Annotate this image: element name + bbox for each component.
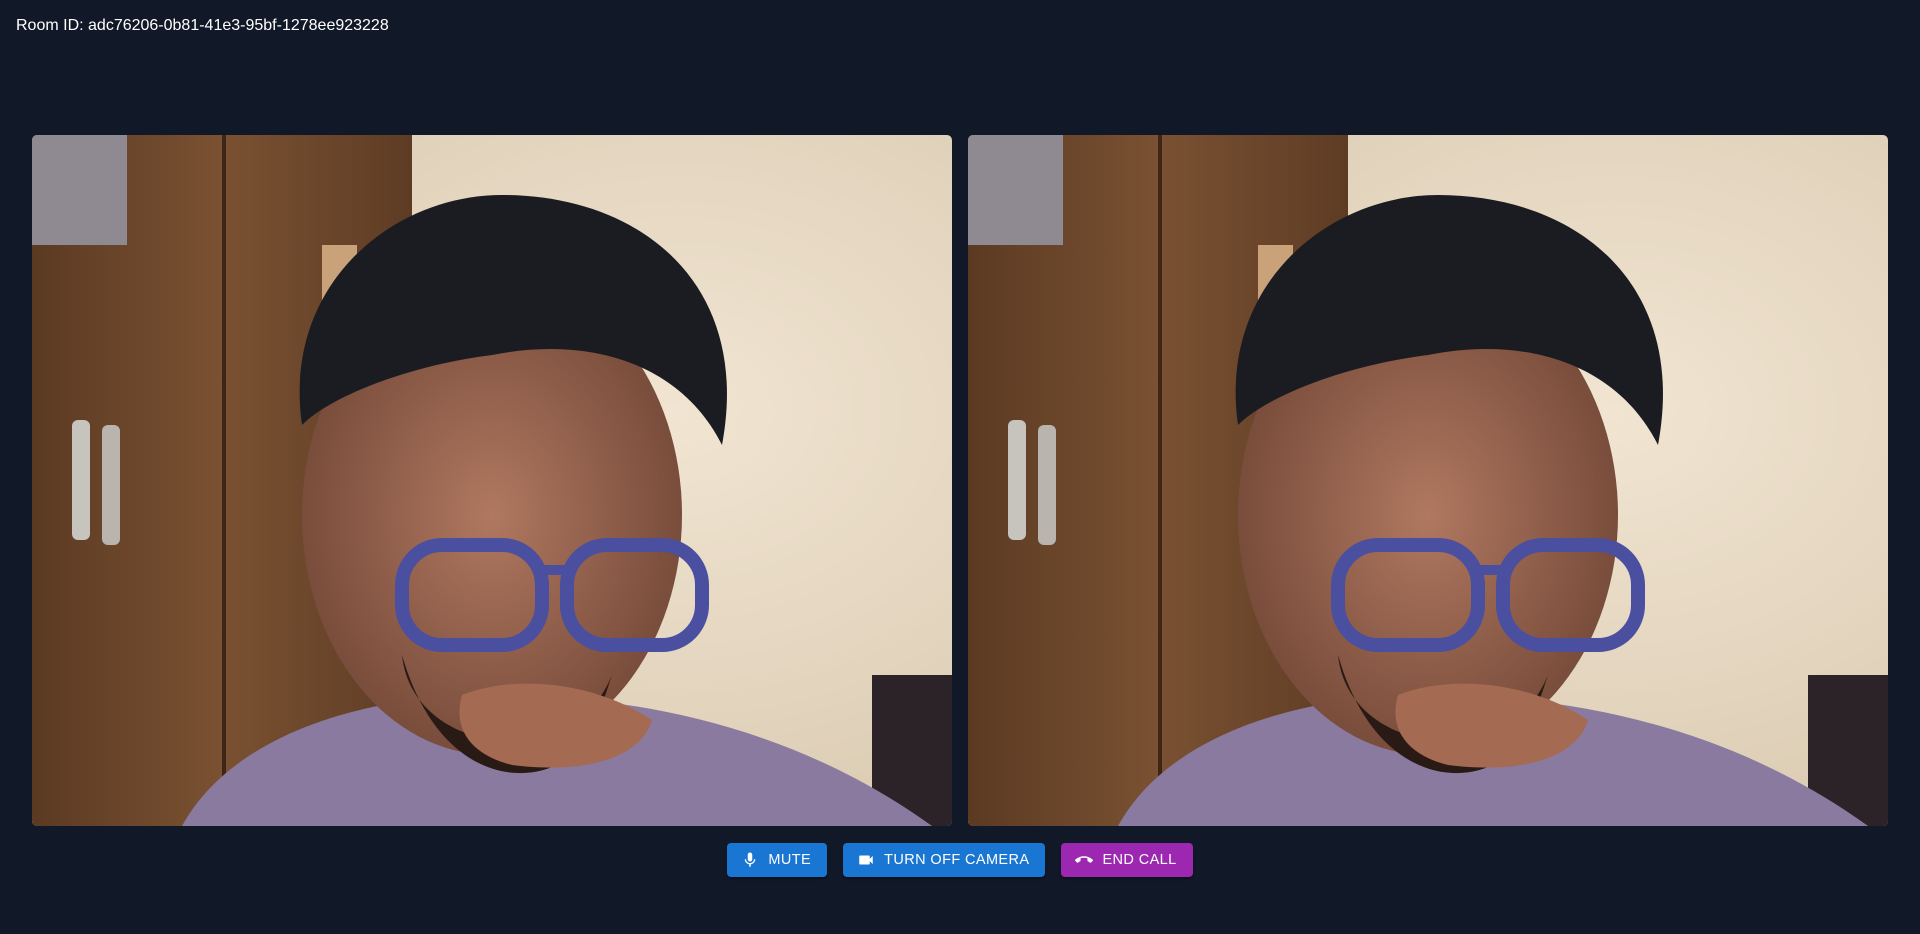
- end-call-button[interactable]: END CALL: [1061, 843, 1193, 877]
- end-call-button-label: END CALL: [1102, 852, 1177, 868]
- turn-off-camera-button-label: TURN OFF CAMERA: [884, 852, 1030, 868]
- turn-off-camera-button[interactable]: TURN OFF CAMERA: [843, 843, 1046, 877]
- video-frame-local: [32, 135, 952, 826]
- room-id-label: Room ID: adc76206-0b81-41e3-95bf-1278ee9…: [16, 17, 389, 34]
- local-video: [32, 135, 952, 826]
- microphone-icon: [741, 851, 759, 869]
- videocam-icon: [857, 851, 875, 869]
- remote-video: [968, 135, 1888, 826]
- call-controls: MUTE TURN OFF CAMERA END CALL: [0, 843, 1920, 877]
- mute-button[interactable]: MUTE: [727, 843, 828, 877]
- call-end-icon: [1075, 851, 1094, 869]
- video-frame-remote: [968, 135, 1888, 826]
- mute-button-label: MUTE: [768, 852, 812, 868]
